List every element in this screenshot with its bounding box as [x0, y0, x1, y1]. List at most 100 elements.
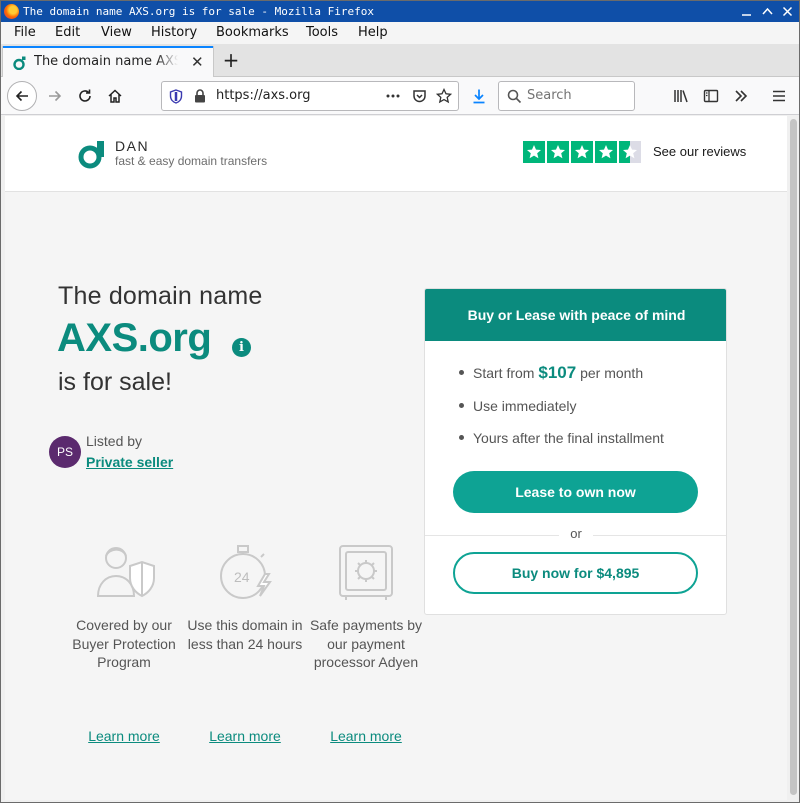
hamburger-menu-button[interactable] [765, 82, 793, 110]
tab-label: The domain name AXS.org is for sale [34, 54, 178, 69]
svg-text:24: 24 [234, 569, 250, 585]
navigation-toolbar: https://axs.org Search [1, 77, 799, 115]
brand-name[interactable]: DAN [115, 138, 149, 154]
feature-safe-payments: Safe payments by our payment processor A… [306, 540, 426, 744]
lock-icon[interactable] [194, 89, 206, 103]
maximize-icon[interactable] [760, 4, 775, 19]
title-bar: The domain name AXS.org is for sale - Mo… [1, 1, 799, 22]
see-reviews-link[interactable]: See our reviews [653, 144, 746, 159]
menu-edit[interactable]: Edit [55, 25, 80, 40]
url-text[interactable]: https://axs.org [216, 88, 311, 103]
card-header: Buy or Lease with peace of mind [425, 289, 726, 341]
domain-name: AXS.org [57, 316, 212, 360]
or-separator: or [559, 526, 593, 541]
library-icon [674, 90, 688, 103]
buy-now-button[interactable]: Buy now for $4,895 [453, 552, 698, 594]
buyer-protection-icon [96, 547, 155, 598]
browser-window: The domain name AXS.org is for sale - Mo… [0, 0, 800, 803]
minimize-icon[interactable] [739, 4, 754, 19]
bullet-text: Yours after the final installment [473, 430, 664, 446]
menu-bar: File Edit View History Bookmarks Tools H… [1, 22, 799, 44]
price-prefix: Start from [473, 365, 535, 381]
library-button[interactable] [667, 82, 695, 110]
reload-button[interactable] [71, 82, 99, 110]
close-window-icon[interactable] [780, 4, 795, 19]
forward-button[interactable] [41, 82, 69, 110]
feature-text: Covered by our Buyer Protection Program [72, 617, 176, 670]
bullet-dot [459, 434, 464, 440]
scrollbar-thumb[interactable] [790, 119, 797, 795]
feature-24-hours: 24 Use this domain in less than 24 hours… [185, 540, 305, 744]
brand-tagline: fast & easy domain transfers [115, 154, 268, 168]
home-button[interactable] [101, 82, 129, 110]
star-icon [595, 141, 617, 163]
listed-by-label: Listed by [86, 433, 143, 449]
firefox-logo-icon [4, 4, 19, 19]
overflow-menu-button[interactable] [727, 82, 755, 110]
dan-favicon-icon [13, 56, 26, 70]
back-arrow-icon [15, 90, 28, 102]
tracking-shield-icon[interactable] [169, 89, 183, 104]
menu-help[interactable]: Help [358, 25, 388, 40]
safe-payment-icon [339, 545, 393, 600]
bullet-text: Use immediately [473, 398, 577, 414]
page-viewport: DAN fast & easy domain transfers See our… [5, 116, 787, 800]
menu-bookmarks[interactable]: Bookmarks [216, 25, 289, 40]
bullet-price: Start from $107 per month [459, 363, 643, 383]
hamburger-icon [773, 90, 785, 102]
headline-suffix: is for sale! [58, 368, 172, 396]
monthly-price: $107 [538, 363, 577, 382]
window-title: The domain name AXS.org is for sale - Mo… [23, 5, 374, 18]
address-bar[interactable]: https://axs.org [161, 81, 459, 111]
headline-prefix: The domain name [58, 282, 263, 310]
pocket-icon[interactable] [412, 89, 427, 104]
half-star-icon [619, 141, 641, 163]
back-button[interactable] [7, 81, 37, 111]
star-icon [547, 141, 569, 163]
download-arrow-icon [473, 89, 485, 104]
learn-more-link[interactable]: Learn more [64, 728, 184, 744]
reload-icon [79, 89, 91, 102]
bullet-dot [459, 369, 464, 375]
search-icon [507, 89, 522, 104]
seller-avatar: PS [49, 436, 81, 468]
dan-logo-icon[interactable] [77, 138, 109, 170]
bullet-dot [459, 402, 464, 408]
price-suffix: per month [580, 365, 644, 381]
search-placeholder: Search [527, 88, 572, 103]
menu-view[interactable]: View [101, 25, 132, 40]
lease-to-own-button[interactable]: Lease to own now [453, 471, 698, 513]
purchase-card: Buy or Lease with peace of mind Start fr… [424, 288, 727, 615]
24-hours-icon: 24 [220, 545, 272, 599]
feature-text: Use this domain in less than 24 hours [187, 617, 303, 652]
chevron-double-right-icon [735, 90, 748, 102]
menu-history[interactable]: History [151, 25, 197, 40]
bullet-use-immediately: Use immediately [459, 398, 576, 414]
site-header: DAN fast & easy domain transfers See our… [5, 116, 787, 192]
bullet-yours-after: Yours after the final installment [459, 430, 664, 446]
info-icon[interactable]: i [232, 338, 251, 357]
seller-link[interactable]: Private seller [86, 454, 173, 470]
sidebar-button[interactable] [697, 82, 725, 110]
menu-tools[interactable]: Tools [306, 25, 338, 40]
trustpilot-rating[interactable] [523, 141, 641, 163]
tab-close-icon[interactable]: ✕ [191, 53, 204, 71]
tab-active[interactable]: The domain name AXS.org is for sale ✕ [3, 46, 213, 77]
tab-strip: The domain name AXS.org is for sale ✕ + [1, 44, 799, 77]
search-bar[interactable]: Search [498, 81, 635, 111]
home-icon [108, 89, 122, 103]
downloads-button[interactable] [465, 82, 493, 110]
feature-text: Safe payments by our payment processor A… [309, 617, 423, 670]
star-icon [523, 141, 545, 163]
feature-buyer-protection: Covered by our Buyer Protection Program … [64, 540, 184, 744]
menu-file[interactable]: File [14, 25, 36, 40]
learn-more-link[interactable]: Learn more [306, 728, 426, 744]
new-tab-icon[interactable]: + [221, 48, 241, 72]
page-actions-icon[interactable] [386, 94, 400, 98]
bookmark-star-icon[interactable] [436, 88, 452, 104]
sidebar-icon [703, 89, 719, 103]
vertical-scrollbar[interactable] [788, 116, 799, 800]
learn-more-link[interactable]: Learn more [185, 728, 305, 744]
forward-arrow-icon [49, 90, 62, 102]
star-icon [571, 141, 593, 163]
